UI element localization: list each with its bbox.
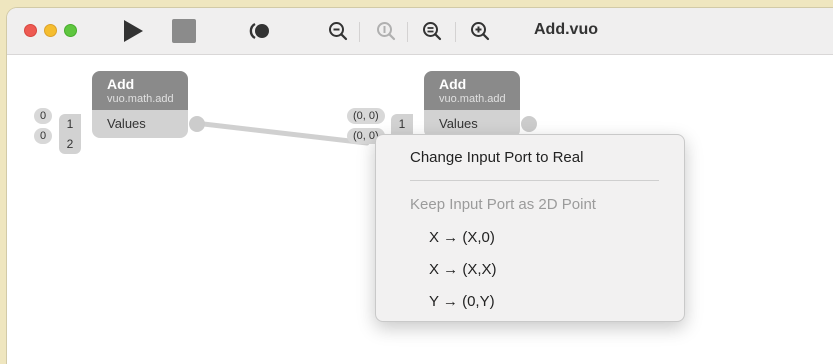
context-menu: Change Input Port to Real Keep Input Por…: [375, 134, 685, 322]
output-port[interactable]: [521, 116, 537, 132]
node-class-name: vuo.math.add: [439, 93, 506, 105]
input-port[interactable]: 1: [59, 114, 81, 134]
add-node[interactable]: Add vuo.math.add Values: [92, 71, 188, 138]
show-events-icon[interactable]: [247, 18, 273, 44]
minimize-window-button[interactable]: [44, 24, 57, 37]
menu-separator: [410, 180, 659, 181]
toolbar-separator: [407, 22, 408, 42]
output-port[interactable]: [189, 116, 205, 132]
input-port[interactable]: 1: [391, 114, 413, 134]
node-header[interactable]: Add vuo.math.add: [92, 71, 188, 110]
node-title: Add: [439, 76, 467, 92]
window-title: Add.vuo: [534, 21, 598, 38]
toolbar-separator: [359, 22, 360, 42]
composition-canvas[interactable]: 0 0 1 2 Add vuo.math.add Values (0, 0) (…: [7, 56, 833, 364]
maximize-window-button[interactable]: [64, 24, 77, 37]
input-constant[interactable]: 0: [34, 128, 53, 144]
play-icon[interactable]: [120, 18, 146, 44]
node-class-name: vuo.math.add: [107, 93, 174, 105]
zoom-to-fit-icon[interactable]: [419, 18, 445, 44]
zoom-actual-size-icon[interactable]: [373, 18, 399, 44]
input-port[interactable]: 2: [59, 134, 81, 154]
input-constant[interactable]: 0: [34, 108, 53, 124]
menu-item-x-to-xx[interactable]: X → (X,X): [429, 261, 497, 278]
menu-header-keep-2d-point: Keep Input Port as 2D Point: [410, 196, 596, 213]
menu-item-x-to-x0[interactable]: X → (X,0): [429, 229, 495, 246]
input-constant[interactable]: (0, 0): [347, 108, 385, 124]
stop-icon[interactable]: [171, 18, 197, 44]
editor-window: Add.vuo 0 0 1 2 Add vuo.math.add Values …: [7, 8, 833, 364]
add-node[interactable]: Add vuo.math.add Values: [424, 71, 520, 138]
node-output-label: Values: [92, 110, 188, 138]
close-window-button[interactable]: [24, 24, 37, 37]
toolbar-separator: [455, 22, 456, 42]
node-header[interactable]: Add vuo.math.add: [424, 71, 520, 110]
node-title: Add: [107, 76, 135, 92]
title-bar: Add.vuo: [7, 8, 833, 55]
menu-item-change-to-real[interactable]: Change Input Port to Real: [410, 149, 583, 166]
menu-item-y-to-0y[interactable]: Y → (0,Y): [429, 293, 495, 310]
zoom-out-icon[interactable]: [325, 18, 351, 44]
zoom-in-icon[interactable]: [467, 18, 493, 44]
